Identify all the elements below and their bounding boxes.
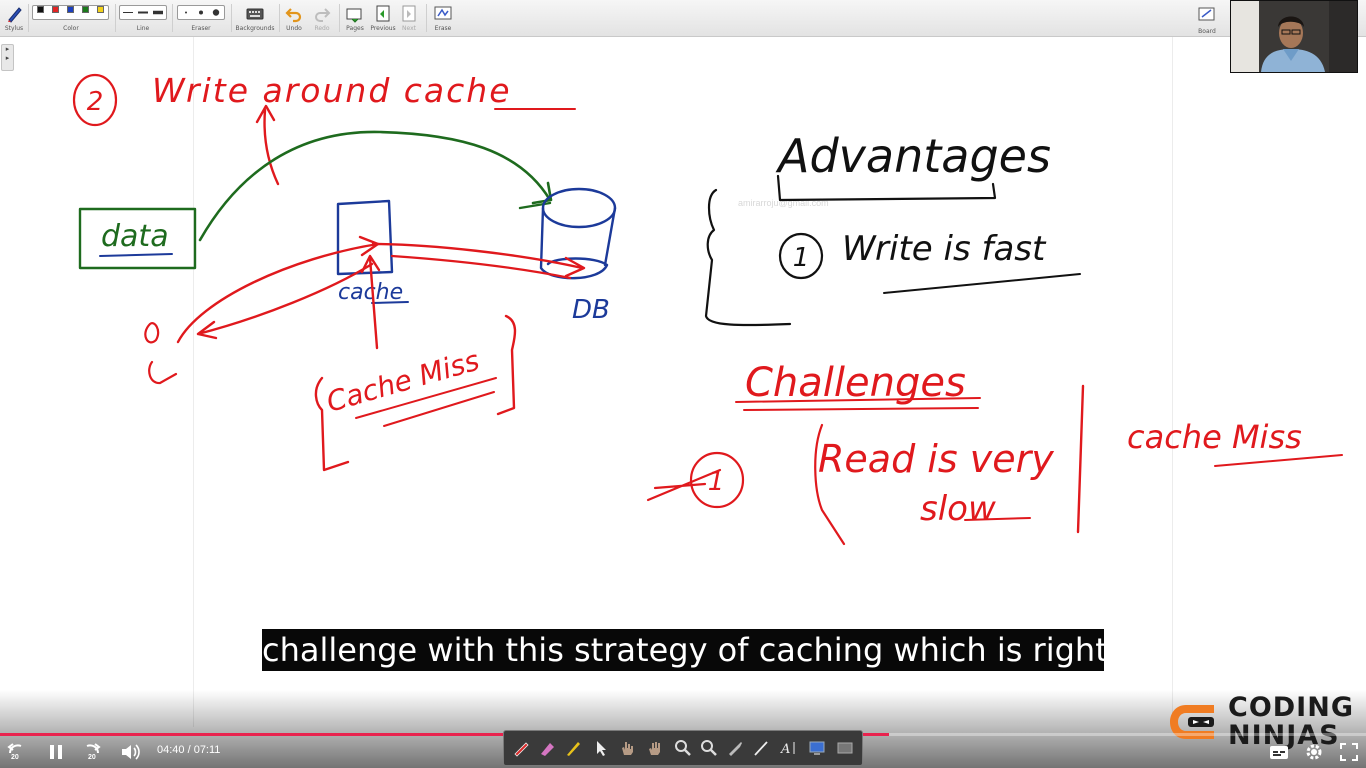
cache-to-db-arrow: [371, 242, 586, 278]
marker-icon[interactable]: [564, 739, 582, 757]
cache-label-underline: [371, 301, 409, 304]
video-subtitle: challenge with this strategy of caching …: [262, 629, 1108, 671]
text-tool-icon[interactable]: A: [780, 739, 798, 757]
ninja-logo-icon: [1170, 705, 1214, 739]
client-symbol: [144, 322, 178, 385]
pause-icon: [50, 745, 62, 759]
presenter-image: [1231, 1, 1357, 72]
advantage-1-underline: [883, 273, 1081, 294]
zoom-in-icon[interactable]: [674, 739, 692, 757]
annotation-toolbar: A: [503, 730, 863, 766]
cache-miss-text: Cache Miss: [323, 344, 483, 419]
challenge-1-number: 1: [708, 467, 725, 497]
data-underline: [99, 253, 173, 257]
forward-20-button[interactable]: 20: [80, 741, 102, 763]
advantages-title: Advantages: [775, 129, 1051, 183]
screen-capture-icon[interactable]: [808, 739, 826, 757]
coding-ninjas-logo: CODING NINJAS: [1166, 694, 1366, 750]
data-box-label: data: [101, 219, 169, 254]
cache-box: [336, 199, 394, 276]
logo-text-coding: CODING: [1228, 692, 1354, 723]
cache-label: cache: [338, 280, 403, 305]
challenge-1-text-line1: Read is very: [818, 437, 1054, 481]
pause-button[interactable]: [45, 741, 67, 763]
db-label: DB: [572, 295, 610, 325]
heading-pointer-arrow: [255, 104, 280, 186]
presenter-webcam: [1230, 0, 1358, 73]
heading-number: 2: [87, 87, 104, 117]
advantages-brace: [704, 188, 792, 327]
pointer-icon[interactable]: [592, 739, 610, 757]
settings-button[interactable]: [1303, 741, 1325, 763]
gear-icon: [1306, 744, 1322, 760]
db-cylinder-top: [541, 187, 617, 229]
challenge-side-note: cache Miss: [1127, 418, 1302, 456]
fullscreen-button[interactable]: [1338, 741, 1360, 763]
brush-icon[interactable]: [726, 739, 744, 757]
rewind-20-button[interactable]: 20: [6, 741, 28, 763]
volume-button[interactable]: [119, 741, 141, 763]
advantage-1-text: Write is fast: [842, 229, 1047, 269]
data-to-db-arrow: [198, 130, 553, 242]
whiteboard-icon[interactable]: [836, 739, 854, 757]
challenge-side-underline: [1214, 454, 1343, 467]
line-tool-icon[interactable]: [752, 739, 770, 757]
heading-text: Write around cache: [152, 71, 512, 110]
hand-pointer-icon[interactable]: [618, 739, 636, 757]
pen-tool-icon[interactable]: [512, 739, 530, 757]
highlighter-icon[interactable]: [538, 739, 556, 757]
zoom-out-icon[interactable]: [700, 739, 718, 757]
svg-text:A: A: [780, 742, 790, 757]
advantage-1-number: 1: [793, 243, 810, 273]
challenge-divider: [1076, 384, 1085, 534]
forward-seconds: 20: [88, 754, 96, 761]
fullscreen-icon: [1340, 743, 1358, 761]
time-display: 04:40 / 07:11: [157, 744, 221, 756]
captions-icon: [1270, 746, 1288, 759]
captions-button[interactable]: [1268, 741, 1290, 763]
volume-icon: [122, 744, 140, 760]
challenge-1-text-line2: slow: [920, 489, 996, 529]
cache-miss-brace-right: [496, 314, 517, 416]
rewind-seconds: 20: [11, 754, 19, 761]
pan-hand-icon[interactable]: [646, 739, 664, 757]
